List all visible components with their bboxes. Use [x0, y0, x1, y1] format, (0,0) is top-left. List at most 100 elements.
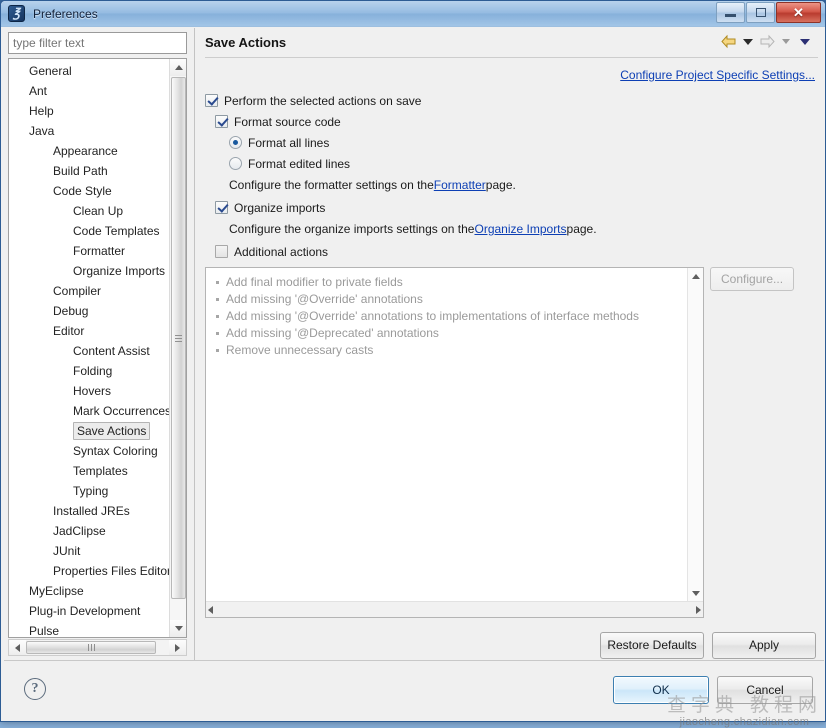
- back-arrow-icon[interactable]: [720, 34, 737, 49]
- triangle-right-icon[interactable]: [696, 605, 701, 614]
- list-item[interactable]: Remove unnecessary casts: [214, 342, 703, 359]
- sidebar-item-hovers[interactable]: Hovers: [9, 381, 170, 401]
- perform-on-save-checkbox[interactable]: [205, 94, 218, 107]
- preferences-tree[interactable]: General Ant Help Java Appearance Build Path Co…: [8, 58, 187, 638]
- sidebar-item-debug[interactable]: Debug: [9, 301, 170, 321]
- format-edited-lines-radio[interactable]: [229, 157, 242, 170]
- perform-on-save-label: Perform the selected actions on save: [224, 93, 422, 108]
- organize-imports-row[interactable]: Organize imports: [205, 197, 818, 218]
- sidebar-item-folding[interactable]: Folding: [9, 361, 170, 381]
- sidebar-item-label: Clean Up: [73, 204, 124, 218]
- list-item[interactable]: Add missing '@Override' annotations to i…: [214, 308, 703, 325]
- tree-vertical-scrollbar[interactable]: [169, 59, 186, 637]
- sidebar-item-code-templates[interactable]: Code Templates: [9, 221, 170, 241]
- sidebar-item-general[interactable]: General: [9, 61, 170, 81]
- sidebar-item-content-assist[interactable]: Content Assist: [9, 341, 170, 361]
- list-item[interactable]: Add missing '@Override' annotations: [214, 291, 703, 308]
- hscrollbar-thumb[interactable]: [26, 641, 156, 654]
- sidebar-item-java[interactable]: Java: [9, 121, 170, 141]
- tree-list: General Ant Help Java Appearance Build Path Co…: [9, 61, 170, 638]
- listbox-horizontal-scrollbar[interactable]: [206, 601, 703, 617]
- close-button[interactable]: ✕: [776, 2, 821, 23]
- sidebar-item-save-actions[interactable]: Save Actions: [9, 421, 170, 441]
- listbox-vertical-scrollbar[interactable]: [687, 268, 703, 602]
- scroll-left-button[interactable]: [9, 640, 26, 655]
- restore-defaults-button[interactable]: Restore Defaults: [600, 632, 704, 659]
- triangle-down-icon: [692, 591, 700, 596]
- scrollbar-thumb[interactable]: [171, 77, 186, 599]
- sidebar-item-jadclipse[interactable]: JadClipse: [9, 521, 170, 541]
- sidebar-item-label: MyEclipse: [29, 584, 84, 598]
- cancel-button[interactable]: Cancel: [717, 676, 813, 704]
- sidebar-item-help[interactable]: Help: [9, 101, 170, 121]
- apply-button[interactable]: Apply: [712, 632, 816, 659]
- format-all-lines-row[interactable]: Format all lines: [205, 132, 818, 153]
- configure-project-specific-settings-link[interactable]: Configure Project Specific Settings...: [620, 68, 815, 82]
- sidebar-item-label: Folding: [73, 364, 113, 378]
- perform-on-save-row[interactable]: Perform the selected actions on save: [205, 90, 818, 111]
- sidebar-item-editor[interactable]: Editor: [9, 321, 170, 341]
- forward-arrow-icon: [759, 34, 776, 49]
- sidebar-item-compiler[interactable]: Compiler: [9, 281, 170, 301]
- scroll-up-button[interactable]: [170, 59, 186, 76]
- triangle-left-icon[interactable]: [208, 605, 213, 614]
- grip-icon: [175, 333, 182, 344]
- maximize-button[interactable]: [746, 2, 775, 23]
- sidebar-item-label: Compiler: [53, 284, 102, 298]
- format-edited-lines-row[interactable]: Format edited lines: [205, 153, 818, 174]
- sidebar-item-organize-imports[interactable]: Organize Imports: [9, 261, 170, 281]
- scroll-down-button[interactable]: [170, 620, 186, 637]
- tree-horizontal-scrollbar[interactable]: [8, 639, 187, 656]
- footer-buttons: OK Cancel: [613, 676, 813, 704]
- minimize-button[interactable]: [716, 2, 745, 23]
- ok-button[interactable]: OK: [613, 676, 709, 704]
- sidebar-item-syntax-coloring[interactable]: Syntax Coloring: [9, 441, 170, 461]
- configure-button[interactable]: Configure...: [710, 267, 795, 291]
- maximize-icon: [755, 8, 766, 17]
- organize-imports-link[interactable]: Organize Imports: [474, 222, 566, 236]
- sidebar-item-ant[interactable]: Ant: [9, 81, 170, 101]
- sidebar-item-label: Build Path: [53, 164, 108, 178]
- sidebar-item-mark-occurrences[interactable]: Mark Occurrences: [9, 401, 170, 421]
- back-dropdown-icon[interactable]: [743, 38, 753, 45]
- sidebar-item-build-path[interactable]: Build Path: [9, 161, 170, 181]
- scroll-right-button[interactable]: [169, 640, 186, 655]
- list-item[interactable]: Add missing '@Deprecated' annotations: [214, 325, 703, 342]
- additional-actions-row[interactable]: Additional actions: [205, 241, 818, 262]
- formatter-link[interactable]: Formatter: [434, 178, 486, 192]
- help-icon[interactable]: ?: [24, 678, 46, 700]
- sidebar-item-pulse[interactable]: Pulse: [9, 621, 170, 638]
- menu-dropdown-icon[interactable]: [800, 38, 810, 45]
- sidebar-item-label: General: [29, 64, 72, 78]
- configure-project-link-row: Configure Project Specific Settings...: [205, 58, 818, 84]
- listbox-scroll-up-button[interactable]: [688, 268, 703, 285]
- sidebar-item-formatter[interactable]: Formatter: [9, 241, 170, 261]
- triangle-up-icon: [692, 274, 700, 279]
- format-source-checkbox[interactable]: [215, 115, 228, 128]
- sidebar-item-installed-jres[interactable]: Installed JREs: [9, 501, 170, 521]
- sidebar-item-label: Plug-in Development: [29, 604, 141, 618]
- sidebar-item-myeclipse[interactable]: MyEclipse: [9, 581, 170, 601]
- sidebar-item-properties-files-editor[interactable]: Properties Files Editor: [9, 561, 170, 581]
- sidebar-item-appearance[interactable]: Appearance: [9, 141, 170, 161]
- sidebar-item-label: Pulse: [29, 624, 60, 638]
- sidebar-item-plug-in-development[interactable]: Plug-in Development: [9, 601, 170, 621]
- title-bar: ℥ Preferences ✕: [1, 1, 825, 27]
- listbox-scroll-down-button[interactable]: [688, 585, 703, 602]
- format-source-label: Format source code: [234, 114, 341, 129]
- sidebar-item-junit[interactable]: JUnit: [9, 541, 170, 561]
- format-source-row[interactable]: Format source code: [205, 111, 818, 132]
- sidebar-item-templates[interactable]: Templates: [9, 461, 170, 481]
- additional-actions-area: Add final modifier to private fields Add …: [205, 267, 818, 618]
- organize-imports-checkbox[interactable]: [215, 201, 228, 214]
- triangle-up-icon: [174, 65, 183, 70]
- search-input[interactable]: [8, 32, 187, 54]
- sidebar-item-label: Editor: [53, 324, 85, 338]
- additional-actions-checkbox[interactable]: [215, 245, 228, 258]
- list-item[interactable]: Add final modifier to private fields: [214, 274, 703, 291]
- sidebar-item-typing[interactable]: Typing: [9, 481, 170, 501]
- sidebar-item-clean-up[interactable]: Clean Up: [9, 201, 170, 221]
- sidebar-item-code-style[interactable]: Code Style: [9, 181, 170, 201]
- actions-listbox[interactable]: Add final modifier to private fields Add …: [205, 267, 704, 618]
- format-all-lines-radio[interactable]: [229, 136, 242, 149]
